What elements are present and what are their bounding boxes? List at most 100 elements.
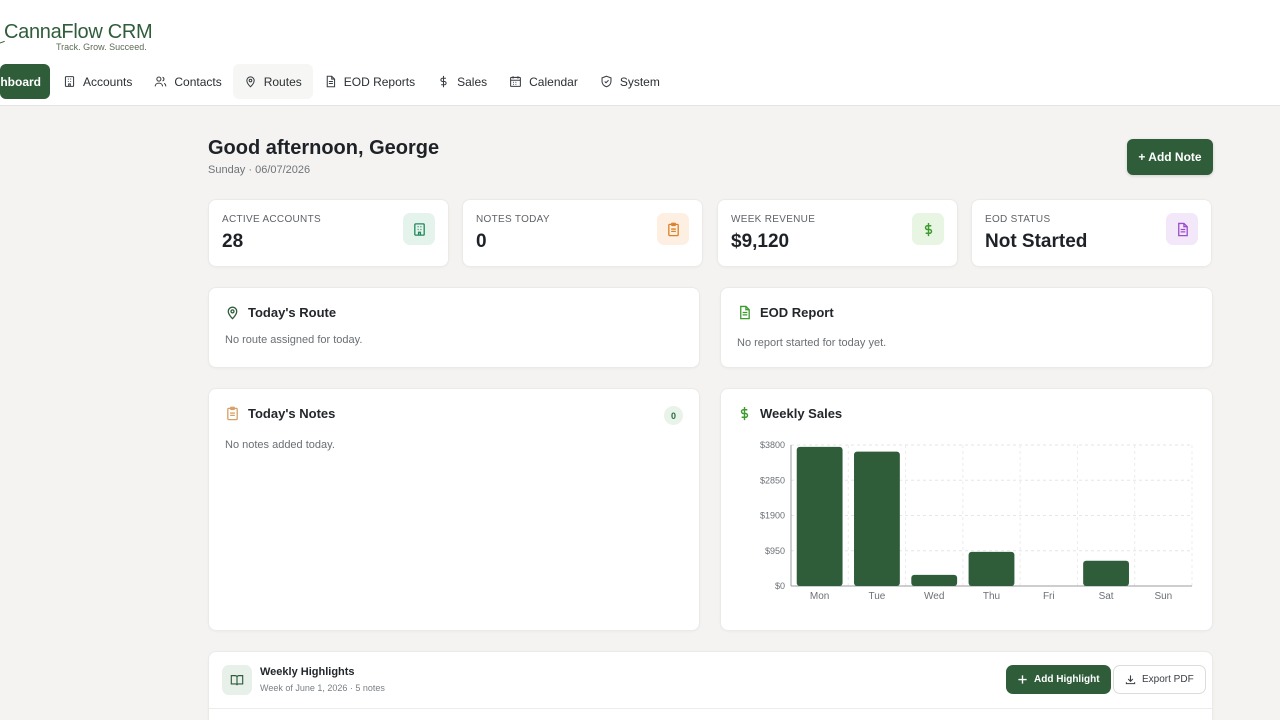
- map-pin-icon: [246, 76, 255, 88]
- nav-item-dashboard[interactable]: Dashboard: [0, 64, 50, 99]
- chart-xtick-label: Wed: [924, 591, 944, 602]
- chart-xtick-label: Sun: [1154, 591, 1172, 602]
- weekly-highlights-panel: Weekly Highlights Week of June 1, 2026 ·…: [208, 651, 1213, 720]
- dollar-icon: [924, 222, 932, 236]
- stat-icon-box: [912, 213, 944, 245]
- book-open-icon: [230, 675, 244, 686]
- weekly-sales-panel: Weekly Sales $0 $950 $1900 $2850 $3800 Mon Tue…: [720, 388, 1213, 631]
- divider: [209, 708, 1212, 709]
- nav-item-eod-reports[interactable]: EOD Reports: [313, 64, 426, 99]
- panel-header: Today's Notes: [225, 406, 335, 421]
- stat-value: Not Started: [985, 231, 1088, 252]
- chart-ytick-label: $0: [775, 581, 785, 591]
- brand-name: CannaFlow CRM: [4, 21, 153, 44]
- nav-item-label: EOD Reports: [343, 74, 416, 89]
- empty-state-text: No notes added today.: [225, 439, 335, 451]
- chart-ytick-label: $3800: [760, 440, 785, 450]
- chart-bar: [796, 446, 843, 586]
- highlights-title: Weekly Highlights: [260, 666, 355, 678]
- nav-item-label: Calendar: [529, 74, 578, 89]
- chart-xtick-label: Thu: [983, 591, 1000, 602]
- export-pdf-label: Export PDF: [1142, 674, 1194, 685]
- empty-state-text: No report started for today yet.: [737, 337, 887, 349]
- stat-icon-box: [403, 213, 435, 245]
- nav-item-system[interactable]: System: [589, 64, 671, 99]
- stat-card-notes-today: NOTES TODAY 0: [462, 199, 703, 267]
- nav-item-routes[interactable]: Routes: [232, 64, 313, 99]
- chart-bar: [854, 451, 900, 586]
- chart-xtick-label: Sat: [1099, 591, 1114, 602]
- chart-xtick-label: Tue: [868, 591, 885, 602]
- page-title: Good afternoon, George: [208, 137, 440, 159]
- main-nav: Dashboard Accounts Contacts Routes EOD R…: [0, 64, 671, 99]
- highlights-icon-box: [222, 665, 252, 695]
- notes-count-badge: 0: [664, 406, 683, 425]
- chart-xtick-label: Fri: [1043, 591, 1055, 602]
- shield-icon: [601, 75, 612, 88]
- panel-header: Today's Route: [225, 305, 336, 320]
- panel-title: EOD Report: [760, 305, 834, 320]
- export-pdf-button[interactable]: Export PDF: [1113, 665, 1206, 694]
- stat-icon-box: [657, 213, 689, 245]
- stat-value: $9,120: [731, 231, 790, 252]
- eod-report-panel: EOD Report No report started for today y…: [720, 287, 1213, 368]
- stat-label: NOTES TODAY: [476, 214, 550, 225]
- stat-card-eod-status: EOD STATUS Not Started: [971, 199, 1212, 267]
- nav-item-label: Contacts: [174, 74, 222, 89]
- stat-label: ACTIVE ACCOUNTS: [222, 214, 321, 225]
- add-note-button[interactable]: + Add Note: [1127, 139, 1213, 175]
- brand-name-main: CannaFlow: [4, 21, 103, 43]
- nav-item-sales[interactable]: Sales: [426, 64, 498, 99]
- dollar-icon: [440, 75, 447, 88]
- plus-icon: [1018, 675, 1027, 684]
- building-icon: [64, 76, 75, 87]
- nav-item-label: Sales: [457, 74, 488, 89]
- panel-header: EOD Report: [737, 305, 834, 320]
- todays-notes-panel: Today's Notes 0 No notes added today.: [208, 388, 700, 631]
- brand-logo[interactable]: CannaFlow CRM Track. Grow. Succeed.: [0, 21, 153, 52]
- nav-item-accounts[interactable]: Accounts: [52, 64, 143, 99]
- brand-tagline: Track. Grow. Succeed.: [56, 42, 147, 52]
- panel-title: Today's Notes: [248, 406, 336, 421]
- chart-xtick-label: Mon: [810, 591, 829, 602]
- clipboard-icon: [227, 406, 238, 421]
- chart-ytick-label: $950: [765, 546, 785, 556]
- nav-item-label: System: [619, 74, 660, 89]
- add-highlight-button[interactable]: Add Highlight: [1006, 665, 1111, 694]
- file-text-icon: [740, 305, 750, 320]
- nav-item-calendar[interactable]: Calendar: [498, 64, 589, 99]
- file-text-icon: [1177, 222, 1188, 236]
- building-icon: [413, 222, 425, 236]
- nav-item-label: Accounts: [83, 74, 133, 89]
- nav-item-label: Routes: [263, 74, 302, 89]
- download-icon: [1125, 675, 1136, 685]
- file-text-icon: [326, 75, 335, 88]
- nav-item-contacts[interactable]: Contacts: [143, 64, 232, 99]
- panel-title: Today's Route: [248, 305, 337, 320]
- stat-icon-box: [1166, 213, 1198, 245]
- chart-bar: [1083, 560, 1129, 586]
- stat-card-week-revenue: WEEK REVENUE $9,120: [717, 199, 958, 267]
- add-highlight-label: Add Highlight: [1034, 674, 1100, 685]
- brand-name-suffix: CRM: [107, 21, 153, 43]
- chart-bar: [911, 574, 958, 586]
- stat-value: 0: [476, 231, 487, 252]
- stat-value: 28: [222, 231, 244, 252]
- chart-ytick-label: $1900: [760, 511, 785, 521]
- stat-label: EOD STATUS: [985, 214, 1051, 225]
- empty-state-text: No route assigned for today.: [225, 334, 363, 346]
- todays-route-panel: Today's Route No route assigned for toda…: [208, 287, 700, 368]
- nav-item-label: Dashboard: [0, 74, 41, 89]
- chart-bar: [968, 551, 1015, 586]
- users-icon: [155, 76, 167, 87]
- chart-ytick-label: $2850: [760, 475, 785, 485]
- highlights-subtitle: Week of June 1, 2026 · 5 notes: [260, 683, 385, 693]
- page-subtitle: Sunday · 06/07/2026: [208, 164, 311, 176]
- weekly-sales-chart: $0 $950 $1900 $2850 $3800 Mon Tue Wed Thu Fri Sat S…: [760, 440, 1193, 602]
- map-pin-icon: [227, 306, 238, 320]
- clipboard-icon: [667, 222, 679, 236]
- calendar-icon: [510, 76, 522, 87]
- top-header: CannaFlow CRM Track. Grow. Succeed. Dash…: [0, 0, 1280, 106]
- stat-card-active-accounts: ACTIVE ACCOUNTS 28: [208, 199, 449, 267]
- stat-label: WEEK REVENUE: [731, 214, 816, 225]
